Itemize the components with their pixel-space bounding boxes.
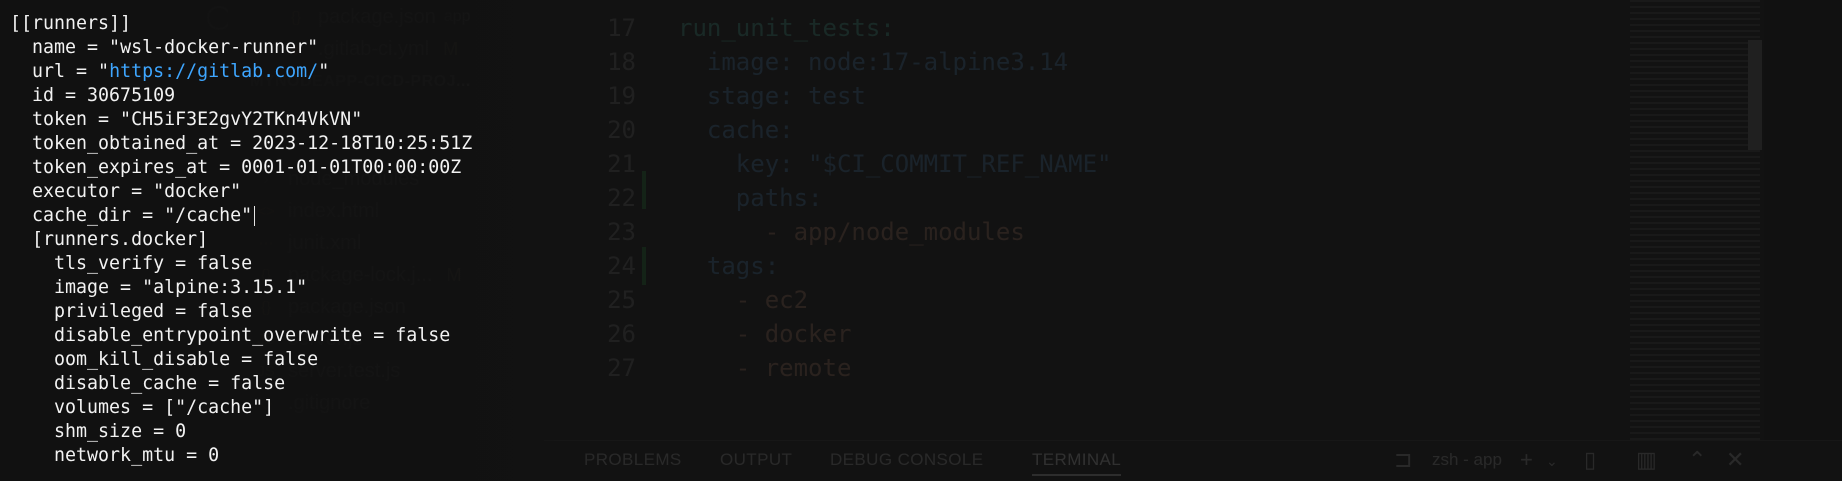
terminal-icon: ⊐ [1394, 447, 1413, 472]
terminal-line: name = "wsl-docker-runner" [10, 36, 318, 60]
panel-tab-bar: PROBLEMS OUTPUT DEBUG CONSOLE TERMINAL ⊐… [544, 440, 1842, 481]
terminal-line: disable_entrypoint_overwrite = false [10, 325, 451, 346]
chevron-up-icon[interactable]: ⌃ [1688, 447, 1706, 473]
terminal-line: shm_size = 0 [10, 421, 187, 442]
code-text: - app/node_modules [678, 218, 1025, 246]
editor-scrollbar[interactable] [1748, 40, 1762, 150]
terminal-output[interactable]: [[runners]] name = "wsl-docker-runner" u… [0, 0, 600, 481]
code-text: - docker [678, 320, 852, 348]
quote-mark: " [307, 37, 319, 58]
code-text: - remote [678, 354, 852, 382]
terminal-line: token_obtained_at = 2023-12-18T10:25:51Z [10, 133, 473, 154]
close-icon[interactable]: ✕ [1726, 447, 1744, 473]
tab-output[interactable]: OUTPUT [720, 450, 792, 470]
code-text: paths: [678, 184, 823, 212]
code-editor[interactable]: 17 run_unit_tests: 18 image: node:17-alpin… [544, 0, 1764, 440]
minimap[interactable] [1630, 0, 1760, 440]
terminal-line: id = 30675109 [10, 85, 176, 106]
code-text: - ec2 [678, 286, 809, 314]
terminal-line: oom_kill_disable = false [10, 349, 319, 370]
terminal-line: cache_dir = "/cache" [10, 204, 256, 228]
terminal-line: [runners.docker] [10, 229, 209, 250]
terminal-line: image = "alpine:3.15.1" [10, 277, 308, 298]
runner-name-value: wsl-docker-runner [120, 37, 308, 58]
screen: {}package.jsonapp◆.gitlab-ci.ymlMMYNODEA… [0, 0, 1842, 481]
terminal-line: network_mtu = 0 [10, 445, 220, 466]
text-cursor [254, 206, 256, 226]
code-line: 21 key: "$CI_COMMIT_REF_NAME" [544, 145, 1111, 183]
chevron-down-icon[interactable]: ⌄ [1546, 453, 1558, 470]
code-text: tags: [678, 252, 780, 280]
code-text: run_unit_tests: [678, 14, 895, 42]
new-terminal-icon[interactable]: + [1520, 447, 1533, 473]
code-text: stage: test [678, 82, 866, 110]
code-line: 18 image: node:17-alpine3.14 [544, 43, 1068, 81]
terminal-line: [[runners]] [10, 13, 132, 34]
terminal-line: privileged = false [10, 301, 253, 322]
terminal-line: disable_cache = false [10, 373, 286, 394]
terminal-line: url = "https://gitlab.com/" [10, 60, 329, 84]
code-text: key: "$CI_COMMIT_REF_NAME" [678, 150, 1112, 178]
terminal-line: volumes = ["/cache"] [10, 397, 275, 418]
tab-terminal[interactable]: TERMINAL [1032, 450, 1122, 476]
gitlab-url-link[interactable]: https://gitlab.com/ [109, 61, 318, 82]
terminal-line: token_expires_at = 0001-01-01T00:00:00Z [10, 157, 462, 178]
tab-debug-console[interactable]: DEBUG CONSOLE [830, 450, 984, 470]
trash-icon[interactable]: ▥ [1636, 447, 1657, 473]
code-line: 23 - app/node_modules [544, 213, 1025, 251]
shell-selector[interactable]: zsh - app [1432, 450, 1502, 470]
terminal-line: token = "CH5iF3E2gvY2TKn4VkVN" [10, 109, 363, 130]
quote-mark: " [318, 61, 330, 82]
config-key: url = " [10, 61, 110, 82]
terminal-line: tls_verify = false [10, 253, 253, 274]
config-key: name = " [10, 37, 121, 58]
terminal-line: executor = "docker" [10, 181, 242, 202]
split-terminal-icon[interactable]: ▯ [1584, 447, 1596, 473]
code-text: cache: [678, 116, 794, 144]
code-text: image: node:17-alpine3.14 [678, 48, 1069, 76]
